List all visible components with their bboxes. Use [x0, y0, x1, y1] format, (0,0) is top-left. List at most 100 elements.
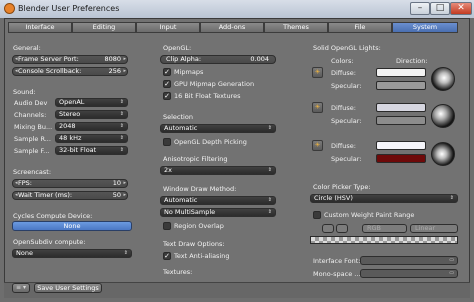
- dropdown-value: 2048: [59, 122, 76, 130]
- window-draw-dropdown[interactable]: Automatic ⇕: [160, 196, 276, 205]
- light2-diffuse-swatch[interactable]: [376, 103, 426, 112]
- remove-stop-button[interactable]: [336, 224, 348, 233]
- blender-logo-icon: [4, 3, 15, 14]
- dropdown-arrows-icon: ⇕: [267, 209, 272, 215]
- increment-arrow-icon[interactable]: ▸: [123, 192, 126, 199]
- general-header: General:: [13, 44, 41, 52]
- console-scrollback-field[interactable]: ◂ Console Scrollback: 256 ▸: [12, 67, 128, 76]
- region-overlap-checkbox[interactable]: [163, 222, 171, 230]
- checkmark-icon: ✓: [164, 80, 170, 88]
- mono-font-field[interactable]: ▭: [360, 269, 458, 278]
- light1-diffuse-swatch[interactable]: [376, 68, 426, 77]
- editor-type-menu[interactable]: ≡ ▾: [12, 283, 30, 293]
- folder-icon[interactable]: ▭: [449, 257, 454, 264]
- field-label: Clip Alpha:: [166, 55, 202, 63]
- folder-icon[interactable]: ▭: [449, 270, 454, 277]
- depth-picking-label: OpenGL Depth Picking: [174, 138, 247, 146]
- float-textures-checkbox[interactable]: ✓: [163, 92, 171, 100]
- light3-diffuse-swatch[interactable]: [376, 141, 426, 150]
- save-user-settings-button[interactable]: Save User Settings: [34, 283, 102, 293]
- mono-font-label: Mono-space ...: [313, 270, 361, 278]
- dropdown-arrows-icon: ⇕: [123, 250, 128, 256]
- decrement-arrow-icon[interactable]: ◂: [15, 68, 18, 75]
- tab-editing[interactable]: Editing: [72, 22, 136, 33]
- dropdown-value: None: [16, 249, 33, 257]
- field-value: 10: [112, 179, 121, 187]
- channels-dropdown[interactable]: Stereo ⇕: [55, 110, 128, 119]
- minimize-button[interactable]: –: [410, 2, 430, 15]
- sample-rate-dropdown[interactable]: 48 kHz ⇕: [55, 134, 128, 143]
- increment-arrow-icon[interactable]: ▸: [123, 56, 126, 63]
- tab-themes[interactable]: Themes: [264, 22, 328, 33]
- interface-font-field[interactable]: ▭: [360, 256, 458, 265]
- color-picker-header: Color Picker Type:: [313, 183, 371, 191]
- depth-picking-checkbox[interactable]: [163, 138, 171, 146]
- opensubdiv-dropdown[interactable]: None ⇕: [12, 249, 132, 258]
- sample-rate-label: Sample R...: [14, 135, 51, 143]
- light1-specular-swatch[interactable]: [376, 81, 426, 90]
- mixing-buffer-dropdown[interactable]: 2048 ⇕: [55, 122, 128, 131]
- sample-format-dropdown[interactable]: 32-bit Float ⇕: [55, 146, 128, 155]
- dropdown-value: OpenAL: [59, 98, 85, 106]
- dropdown-arrows-icon: ⇕: [449, 195, 454, 201]
- light3-direction-sphere[interactable]: [431, 142, 455, 166]
- field-label: Frame Server Port:: [18, 55, 79, 63]
- checkmark-icon: ✓: [164, 252, 170, 260]
- dropdown-arrows-icon: ⇕: [267, 125, 272, 131]
- text-antialiasing-checkbox[interactable]: ✓: [163, 252, 171, 260]
- mipmaps-label: Mipmaps: [174, 68, 204, 76]
- window-draw-header: Window Draw Method:: [163, 185, 237, 193]
- increment-arrow-icon[interactable]: ▸: [123, 68, 126, 75]
- color-ramp-preview[interactable]: [310, 236, 458, 244]
- anisotropic-dropdown[interactable]: 2x ⇕: [160, 166, 276, 175]
- color-picker-dropdown[interactable]: Circle (HSV) ⇕: [310, 194, 458, 203]
- dropdown-value: Linear: [415, 224, 436, 232]
- decrement-arrow-icon[interactable]: ◂: [15, 192, 18, 199]
- light-bulb-icon[interactable]: ☀: [312, 67, 323, 78]
- color-mode-dropdown[interactable]: RGB: [362, 224, 407, 233]
- field-label: Console Scrollback:: [18, 67, 82, 75]
- region-overlap-label: Region Overlap: [174, 222, 224, 230]
- screencast-fps-field[interactable]: ◂ FPS: 10 ▸: [12, 179, 128, 188]
- field-label: FPS:: [18, 179, 32, 187]
- sound-header: Sound:: [13, 88, 36, 96]
- light-bulb-icon[interactable]: ☀: [312, 102, 323, 113]
- cycles-device-none-button[interactable]: None: [12, 221, 132, 231]
- frame-server-port-field[interactable]: ◂ Frame Server Port: 8080 ▸: [12, 55, 128, 64]
- add-stop-button[interactable]: [322, 224, 334, 233]
- light1-direction-sphere[interactable]: [431, 67, 455, 91]
- selection-dropdown[interactable]: Automatic ⇕: [160, 124, 276, 133]
- light2-direction-sphere[interactable]: [431, 104, 455, 128]
- checkmark-icon: ✓: [164, 92, 170, 100]
- weight-paint-checkbox[interactable]: [313, 211, 321, 219]
- light-bulb-icon[interactable]: ☀: [312, 140, 323, 151]
- light2-specular-swatch[interactable]: [376, 116, 426, 125]
- dropdown-arrows-icon: ⇕: [119, 147, 124, 153]
- interpolation-dropdown[interactable]: Linear: [410, 224, 458, 233]
- tab-file[interactable]: File: [328, 22, 392, 33]
- decrement-arrow-icon[interactable]: ◂: [15, 180, 18, 187]
- tab-system[interactable]: System: [392, 22, 458, 33]
- field-value: 8080: [104, 55, 121, 63]
- maximize-button[interactable]: □: [430, 2, 450, 15]
- audio-device-dropdown[interactable]: OpenAL ⇕: [55, 98, 128, 107]
- specular-label: Specular:: [331, 155, 362, 163]
- mipmaps-checkbox[interactable]: ✓: [163, 68, 171, 76]
- tab-interface[interactable]: Interface: [8, 22, 72, 33]
- diffuse-label: Diffuse:: [331, 142, 356, 150]
- tab-addons[interactable]: Add-ons: [200, 22, 264, 33]
- wait-timer-field[interactable]: ◂ Wait Timer (ms): 50 ▸: [12, 191, 128, 200]
- weight-paint-label: Custom Weight Paint Range: [324, 211, 415, 219]
- close-button[interactable]: ✕: [450, 2, 472, 15]
- clip-alpha-slider[interactable]: Clip Alpha: 0.004: [160, 55, 276, 64]
- light3-specular-swatch[interactable]: [376, 154, 426, 163]
- direction-label: Direction:: [396, 57, 428, 65]
- multisample-dropdown[interactable]: No MultiSample ⇕: [160, 208, 276, 217]
- gpu-mipmap-checkbox[interactable]: ✓: [163, 80, 171, 88]
- tab-input[interactable]: Input: [136, 22, 200, 33]
- decrement-arrow-icon[interactable]: ◂: [15, 56, 18, 63]
- mixing-buffer-label: Mixing Bu...: [14, 123, 53, 131]
- specular-label: Specular:: [331, 82, 362, 90]
- dropdown-value: Circle (HSV): [314, 194, 353, 202]
- increment-arrow-icon[interactable]: ▸: [123, 180, 126, 187]
